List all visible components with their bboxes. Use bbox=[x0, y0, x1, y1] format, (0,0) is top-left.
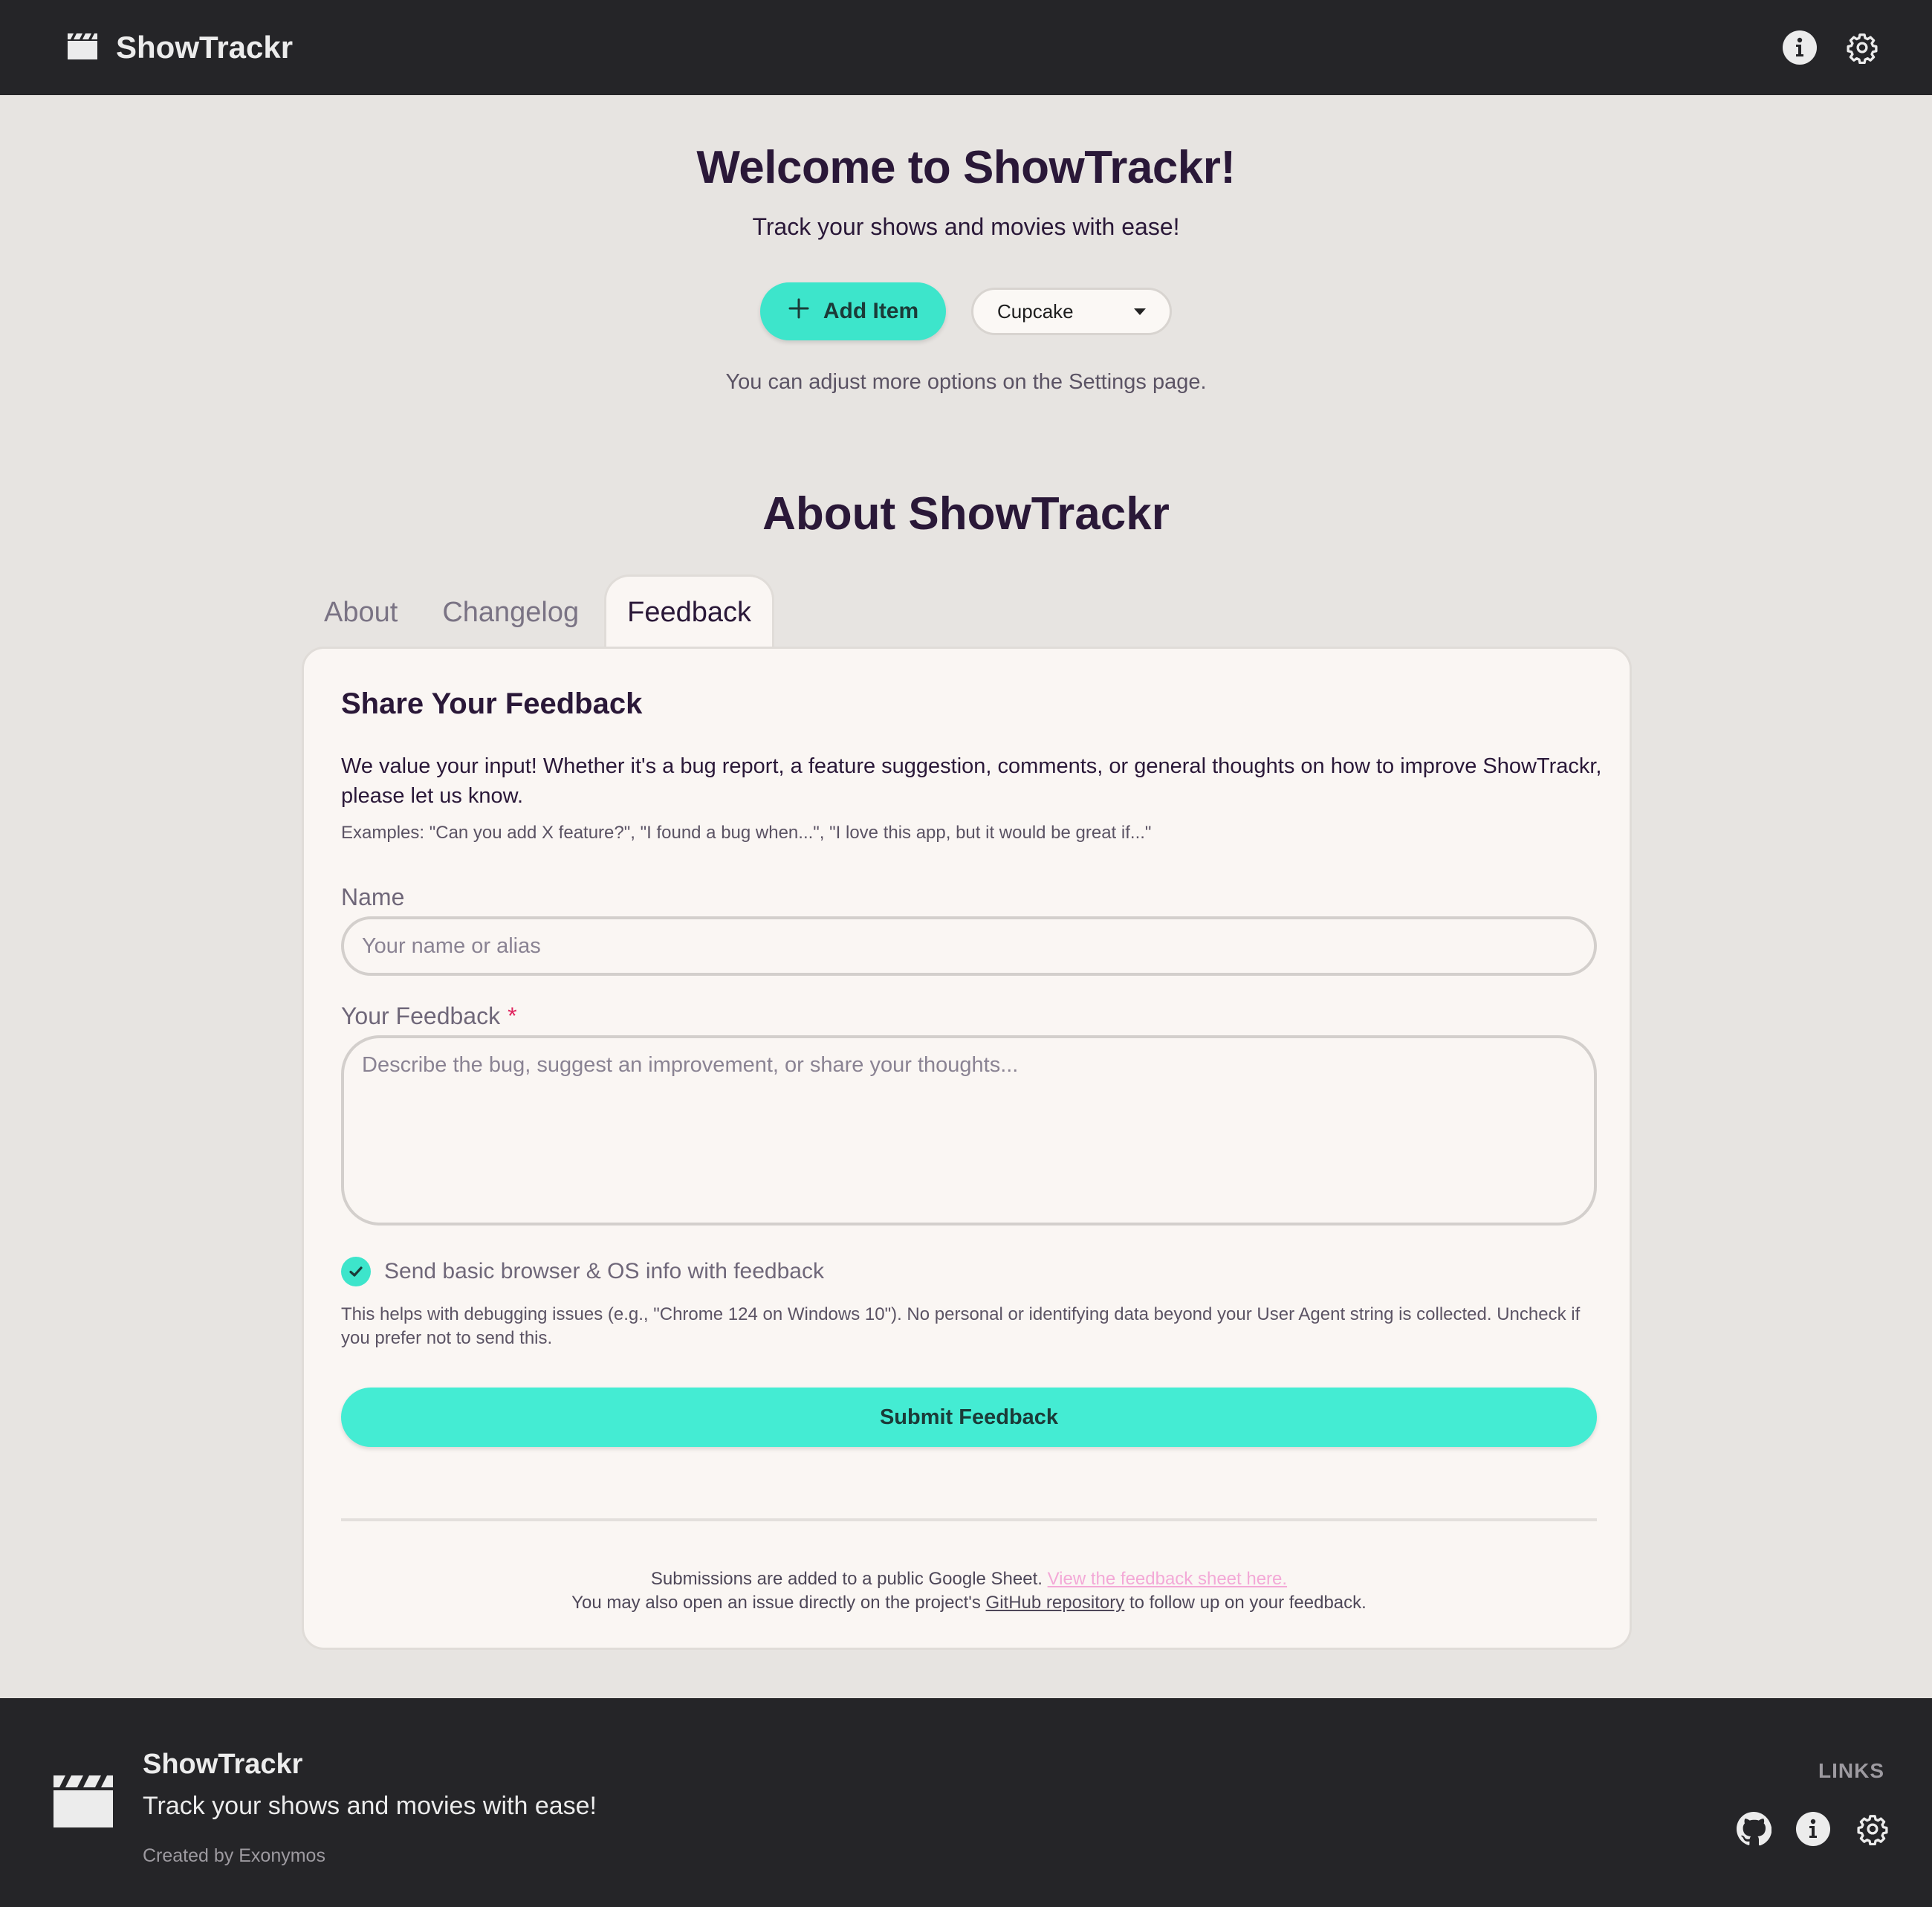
settings-hint: You can adjust more options on the Setti… bbox=[725, 370, 1207, 394]
top-navbar: ShowTrackr bbox=[0, 0, 1932, 95]
footer-credit: Created by Exonymos bbox=[143, 1845, 325, 1866]
browser-info-checkbox[interactable] bbox=[341, 1257, 371, 1286]
clapperboard-icon bbox=[52, 1772, 114, 1833]
hero-section: Welcome to ShowTrackr! Track your shows … bbox=[0, 141, 1932, 395]
github-icon[interactable] bbox=[1736, 1811, 1771, 1847]
info-icon[interactable] bbox=[1782, 30, 1818, 65]
feedback-intro: We value your input! Whether it's a bug … bbox=[341, 754, 1602, 808]
feedback-textarea[interactable] bbox=[341, 1035, 1597, 1226]
footer-title: ShowTrackr bbox=[143, 1749, 303, 1780]
about-title: About ShowTrackr bbox=[762, 488, 1170, 540]
footer: ShowTrackr Track your shows and movies w… bbox=[0, 1698, 1932, 1907]
feedback-sheet-link[interactable]: View the feedback sheet here. bbox=[1048, 1569, 1287, 1589]
feedback-examples: Examples: "Can you add X feature?", "I f… bbox=[341, 823, 1152, 843]
feedback-footnote: Submissions are added to a public Google… bbox=[571, 1569, 1367, 1613]
browser-info-note: This helps with debugging issues (e.g., … bbox=[341, 1304, 1581, 1348]
theme-select[interactable]: Cupcake bbox=[971, 288, 1172, 335]
info-icon[interactable] bbox=[1795, 1811, 1831, 1847]
tab-feedback[interactable]: Feedback bbox=[604, 574, 775, 648]
app-title: ShowTrackr bbox=[116, 30, 294, 65]
feedback-panel: Share Your Feedback We value your input!… bbox=[302, 647, 1632, 1650]
clapperboard-icon bbox=[67, 32, 98, 64]
feedback-heading: Share Your Feedback bbox=[341, 687, 643, 720]
gear-icon[interactable] bbox=[1855, 1811, 1890, 1847]
add-item-button[interactable]: Add Item bbox=[760, 282, 946, 340]
about-tabs: About Changelog Feedback bbox=[302, 574, 775, 648]
required-marker: * bbox=[508, 1003, 517, 1029]
checkmark-icon bbox=[349, 1266, 363, 1277]
github-repository-link[interactable]: GitHub repository bbox=[986, 1593, 1125, 1613]
feedback-label: Your Feedback * bbox=[341, 1003, 517, 1029]
brand-link[interactable]: ShowTrackr bbox=[67, 30, 293, 65]
name-input[interactable] bbox=[341, 916, 1597, 976]
page-title: Welcome to ShowTrackr! bbox=[696, 142, 1236, 193]
gear-icon[interactable] bbox=[1844, 30, 1880, 65]
footer-links-title: LINKS bbox=[1818, 1759, 1884, 1782]
name-label: Name bbox=[341, 884, 405, 910]
theme-select-value: Cupcake bbox=[997, 300, 1074, 323]
tab-about[interactable]: About bbox=[302, 577, 420, 648]
submit-feedback-button[interactable]: Submit Feedback bbox=[341, 1388, 1597, 1447]
browser-info-label: Send basic browser & OS info with feedba… bbox=[384, 1259, 824, 1283]
tab-changelog[interactable]: Changelog bbox=[420, 577, 601, 648]
browser-info-checkbox-row[interactable]: Send basic browser & OS info with feedba… bbox=[341, 1257, 824, 1286]
plus-icon bbox=[788, 297, 810, 326]
chevron-down-icon bbox=[1134, 308, 1146, 315]
divider bbox=[341, 1518, 1597, 1521]
footer-subtitle: Track your shows and movies with ease! bbox=[143, 1792, 597, 1820]
hero-subtitle: Track your shows and movies with ease! bbox=[752, 213, 1180, 240]
add-item-label: Add Item bbox=[823, 299, 919, 323]
